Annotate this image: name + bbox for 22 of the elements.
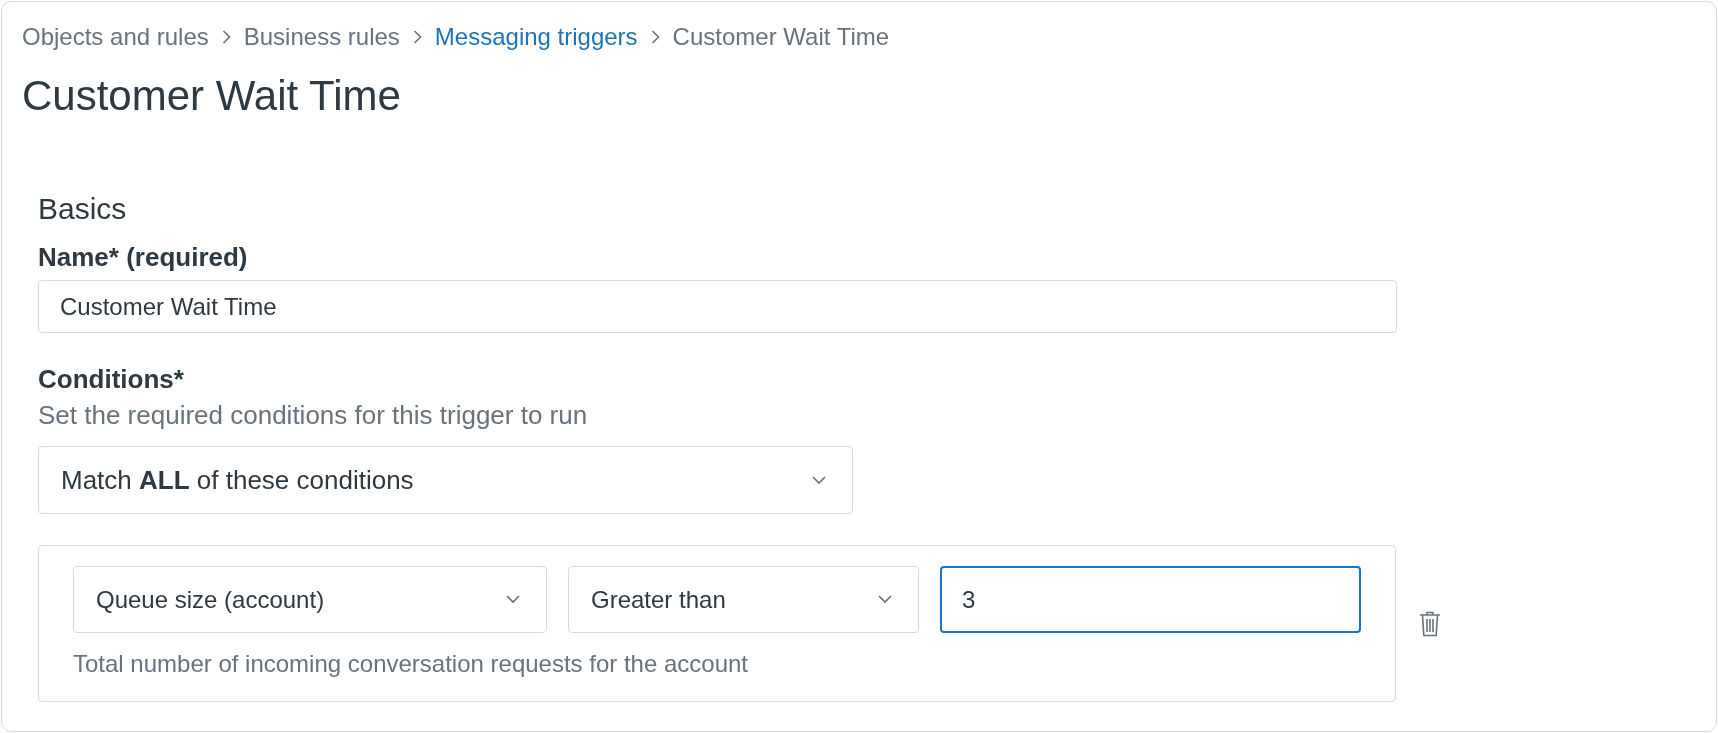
field-label: Conditions* <box>38 364 185 394</box>
chevron-right-icon <box>221 30 231 44</box>
chevron-right-icon <box>412 30 422 44</box>
field-description: Set the required conditions for this trigger to run <box>38 399 589 431</box>
chevron-right-icon <box>650 30 660 44</box>
input-field[interactable]: Customer Wait Time <box>38 280 1397 333</box>
dropdown[interactable]: Match ALL of these conditions <box>38 446 853 514</box>
breadcrumb-item[interactable]: Objects and rules <box>22 22 209 52</box>
trash-icon[interactable] <box>1419 610 1441 637</box>
page-title: Customer Wait Time <box>22 71 402 121</box>
chevron-down-icon <box>506 595 520 604</box>
hint-text: Total number of incoming conversation requests for the account <box>73 649 750 679</box>
breadcrumb-link[interactable]: Messaging triggers <box>434 22 638 52</box>
breadcrumb-item[interactable]: Business rules <box>243 22 400 52</box>
breadcrumb-current: Customer Wait Time <box>672 22 890 52</box>
chevron-down-icon <box>878 595 892 604</box>
input-field[interactable]: 3 <box>940 566 1361 633</box>
dropdown[interactable]: Greater than <box>568 566 919 633</box>
dropdown[interactable]: Queue size (account) <box>73 566 547 633</box>
section-heading: Basics <box>38 191 128 227</box>
chevron-down-icon <box>812 475 826 485</box>
field-label: Name* (required) <box>38 242 249 272</box>
